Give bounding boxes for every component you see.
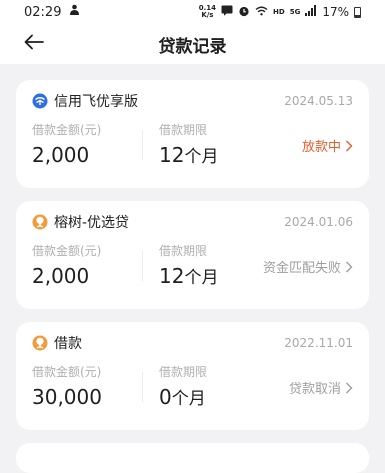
hd-label: HD (273, 8, 285, 16)
wifi-icon (255, 5, 268, 19)
amount-label: 借款金额(元) (32, 244, 102, 258)
term-column: 借款期限 12个月 (159, 122, 218, 172)
loan-date: 2022.11.01 (284, 336, 353, 350)
term-value-wrap: 12个月 (159, 140, 218, 172)
amount-value: 2,000 (32, 143, 90, 167)
chevron-right-icon (345, 382, 353, 394)
term-value-wrap: 12个月 (159, 261, 218, 293)
product-info: 信用飞优享版 (32, 91, 138, 111)
xinyongfei-logo-icon (32, 93, 48, 109)
card-header: 榕树-优选贷 2024.01.06 (32, 201, 353, 243)
signal-label: 5G (289, 8, 301, 16)
status-left: 02:29 (24, 4, 80, 20)
card-body: 借款金额(元) 2,000 借款期限 12个月 放款中 (32, 122, 353, 182)
loan-record-card[interactable]: 信用飞优享版 2024.05.13 借款金额(元) 2,000 借款期限 12个… (16, 80, 369, 188)
product-info: 借款 (32, 333, 82, 353)
card-body: 借款金额(元) 30,000 借款期限 0个月 贷款取消 (32, 364, 353, 424)
message-icon (221, 5, 233, 19)
loan-status-text: 资金匹配失败 (262, 261, 341, 276)
term-label: 借款期限 (159, 123, 208, 137)
term-unit: 个月 (184, 268, 219, 288)
loan-status-link[interactable]: 放款中 (302, 136, 353, 155)
loan-status-text: 贷款取消 (288, 382, 341, 397)
column-divider (142, 130, 143, 160)
term-label: 借款期限 (159, 365, 208, 379)
signal-bars-icon (305, 5, 317, 19)
term-column: 借款期限 0个月 (159, 364, 207, 414)
loan-record-card-partial[interactable] (16, 443, 369, 473)
nav-bar: 贷款记录 (0, 24, 385, 64)
card-body: 借款金额(元) 2,000 借款期限 12个月 资金匹配失败 (32, 243, 353, 303)
term-unit: 个月 (184, 147, 219, 167)
term-number: 12 (159, 264, 185, 288)
term-value-wrap: 0个月 (159, 382, 207, 414)
amount-label: 借款金额(元) (32, 123, 102, 137)
battery-percent: 17% (322, 5, 349, 19)
term-column: 借款期限 12个月 (159, 243, 218, 293)
status-bar: 02:29 0.14 K/s HD 5G 17% (0, 0, 385, 24)
status-right: 0.14 K/s HD 5G 17% (199, 5, 361, 20)
amount-value: 30,000 (32, 385, 102, 409)
loan-status-link[interactable]: 资金匹配失败 (263, 257, 353, 276)
page-title: 贷款记录 (158, 36, 227, 57)
amount-column: 借款金额(元) 2,000 (32, 243, 142, 291)
card-header: 信用飞优享版 2024.05.13 (32, 80, 353, 122)
loan-status-text: 放款中 (301, 140, 341, 155)
status-time: 02:29 (24, 4, 62, 20)
rongshu-tree-logo-icon (32, 335, 48, 351)
amount-column: 借款金额(元) 30,000 (32, 364, 142, 412)
product-name: 榕树-优选贷 (54, 215, 130, 231)
product-info: 榕树-优选贷 (32, 212, 129, 232)
back-button[interactable] (22, 32, 46, 56)
term-number: 0 (159, 385, 172, 409)
card-header: 借款 2022.11.01 (32, 322, 353, 364)
net-speed: 0.14 K/s (199, 5, 216, 19)
product-name: 借款 (54, 336, 82, 352)
chevron-right-icon (345, 140, 353, 152)
alarm-icon (238, 5, 250, 20)
notification-app-icon (69, 4, 80, 20)
net-speed-unit: K/s (201, 11, 214, 19)
chevron-right-icon (345, 261, 353, 273)
loan-record-card[interactable]: 榕树-优选贷 2024.01.06 借款金额(元) 2,000 借款期限 12个… (16, 201, 369, 309)
arrow-left-icon (24, 34, 44, 54)
column-divider (142, 251, 143, 281)
term-label: 借款期限 (159, 244, 208, 258)
loan-record-card[interactable]: 借款 2022.11.01 借款金额(元) 30,000 借款期限 0个月 贷款… (16, 322, 369, 430)
loan-date: 2024.05.13 (284, 94, 353, 108)
rongshu-tree-logo-icon (32, 214, 48, 230)
column-divider (142, 372, 143, 402)
loan-status-link[interactable]: 贷款取消 (289, 378, 353, 397)
product-name: 信用飞优享版 (54, 94, 138, 110)
amount-value: 2,000 (32, 264, 90, 288)
term-unit: 个月 (171, 389, 206, 409)
amount-column: 借款金额(元) 2,000 (32, 122, 142, 170)
loan-record-list: 信用飞优享版 2024.05.13 借款金额(元) 2,000 借款期限 12个… (0, 64, 385, 473)
loan-date: 2024.01.06 (284, 215, 353, 229)
battery-icon (354, 6, 361, 18)
term-number: 12 (159, 143, 185, 167)
amount-label: 借款金额(元) (32, 365, 102, 379)
